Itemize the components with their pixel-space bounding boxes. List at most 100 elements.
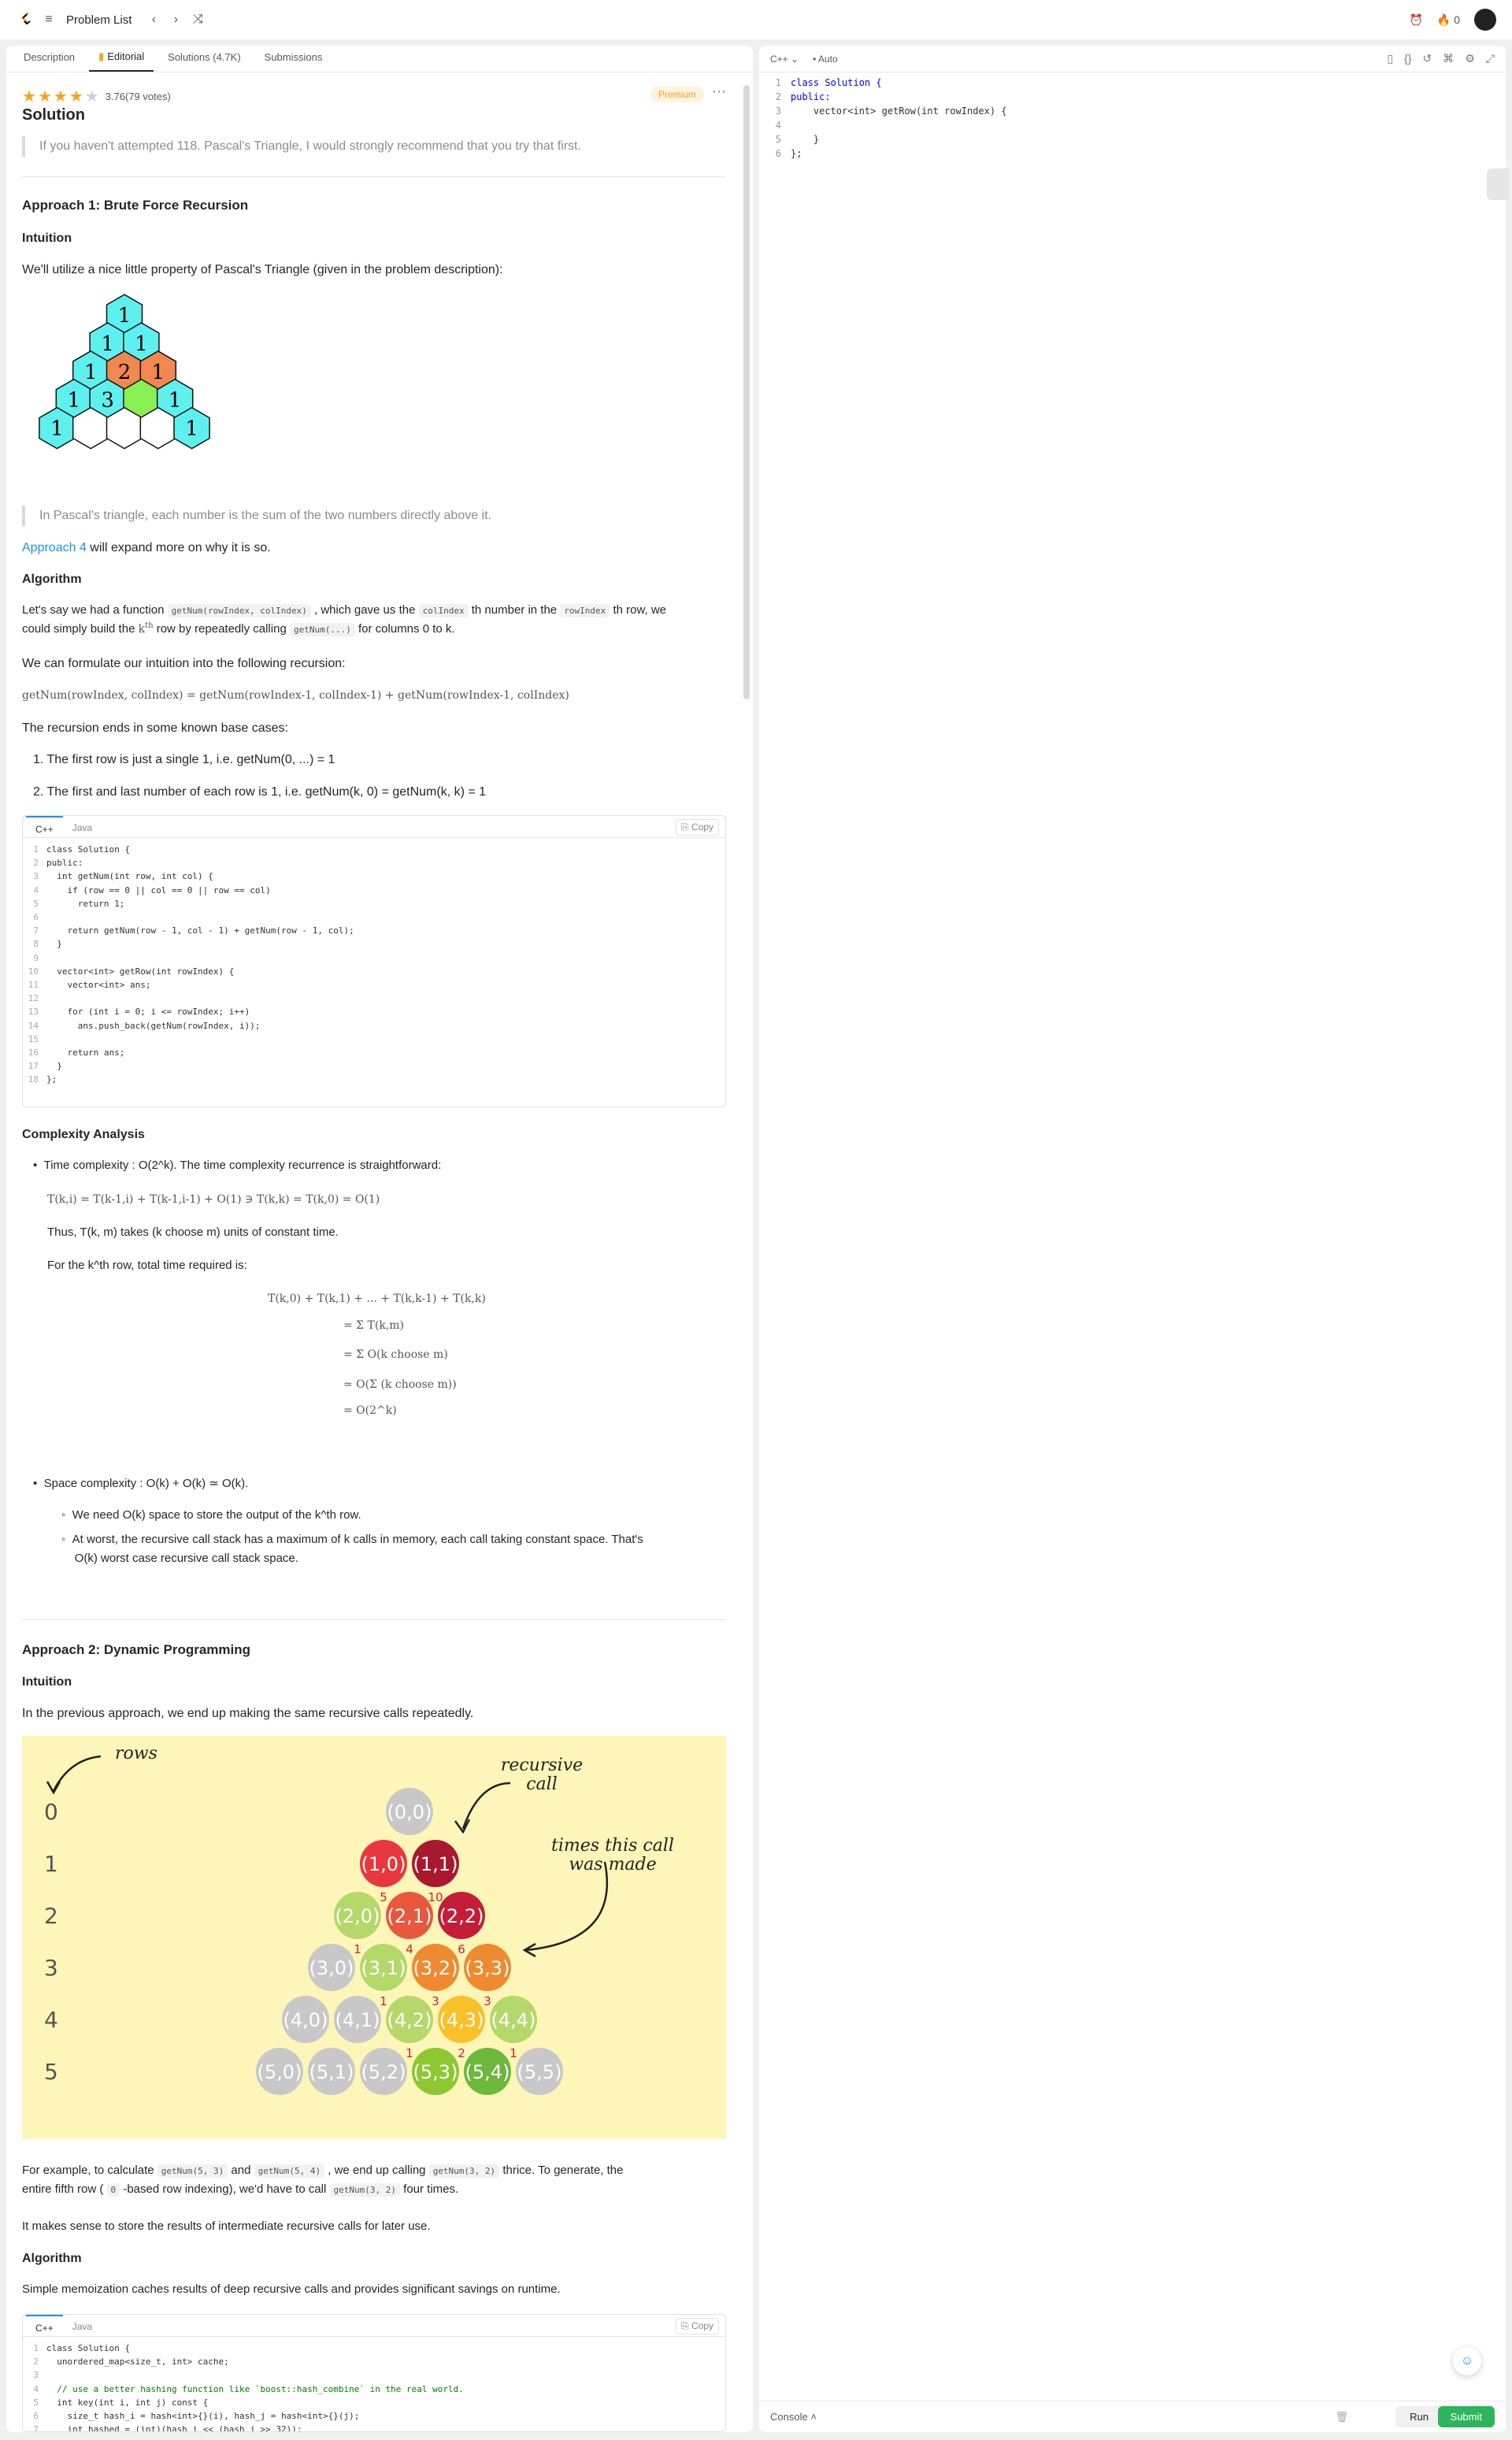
tree-node-label: (4,4): [491, 2009, 536, 2031]
pascal-hex-value: 1: [135, 332, 148, 356]
streak[interactable]: 🔥 0: [1437, 13, 1460, 27]
tree-node-label: (0,0): [387, 1801, 432, 1823]
space-complexity: • Space complexity : O(k) + O(k) ≃ O(k).: [33, 1477, 249, 1490]
code-tab-cpp[interactable]: C++: [26, 2315, 63, 2336]
tree-node-label: (4,0): [284, 2009, 328, 2031]
copy-label: Copy: [691, 2320, 713, 2331]
code-tab-java[interactable]: Java: [63, 816, 102, 837]
copy-button[interactable]: ⎘ Copy: [676, 2318, 719, 2334]
tree-node-count: 2: [458, 2046, 465, 2060]
approach4-link[interactable]: Approach 4: [22, 541, 87, 554]
text: thrice. To generate, the: [499, 2164, 624, 2177]
code-line: 7 return getNum(row - 1, col - 1) + getN…: [23, 924, 725, 937]
divider: [22, 1619, 726, 1620]
tab-solutions[interactable]: Solutions (4.7K): [158, 51, 250, 72]
code-tab-cpp[interactable]: C++: [26, 816, 63, 837]
format-icon[interactable]: {}: [1404, 52, 1411, 65]
trash-icon[interactable]: 🗑: [1335, 2411, 1348, 2423]
row-number: 4: [44, 2007, 58, 2033]
code-line: 17 }: [23, 1059, 725, 1073]
assistant-fab-icon[interactable]: ☺: [1453, 2347, 1481, 2375]
row-number: 3: [44, 1955, 58, 1981]
shuffle-icon[interactable]: ⤨: [187, 9, 209, 31]
prev-problem-icon[interactable]: ‹: [143, 9, 165, 31]
code-tab-java[interactable]: Java: [63, 2315, 102, 2336]
sum-line: = Σ O(k choose m): [343, 1348, 448, 1362]
tree-node-count: 3: [484, 1994, 491, 2008]
copy-label: Copy: [691, 821, 713, 832]
approach2-algorithm-heading: Algorithm: [22, 2252, 82, 2265]
line-number: 4: [775, 120, 781, 131]
space-complexity-text: Space complexity : O(k) + O(k) ≃ O(k).: [43, 1477, 249, 1490]
problem-list-link[interactable]: Problem List: [66, 13, 132, 27]
pascal-hex-value: 3: [101, 389, 114, 413]
code-text: vector<int> getRow(int rowIndex) {: [46, 966, 235, 977]
text: , we end up calling: [324, 2164, 429, 2177]
fullscreen-icon[interactable]: ⤢: [1486, 52, 1495, 65]
base-case-1: 1. The first row is just a single 1, i.e…: [33, 753, 335, 766]
recursion-tree-svg: (0,0)(1,0)5(1,1)10(2,0)1(2,1)4(2,2)6(3,0…: [46, 1755, 609, 2095]
reset-icon[interactable]: ↺: [1423, 52, 1432, 65]
code-line: 3 int getNum(int row, int col) {: [23, 870, 725, 883]
code-line: 5 int key(int i, int j) const {: [23, 2396, 725, 2409]
code-editor[interactable]: 1 class Solution {2 public: 3 vector<int> g…: [759, 76, 1506, 161]
auto-mode[interactable]: • Auto: [813, 54, 838, 65]
editor-actions: ▯ {} ↺ ⌘ ⚙ ⤢: [1387, 52, 1495, 65]
pascal-hex-value: 1: [101, 332, 114, 356]
approach4-ref: Approach 4 will expand more on why it is…: [22, 538, 271, 558]
more-options-icon[interactable]: ⋯: [712, 83, 726, 100]
timer-icon[interactable]: ⏰: [1409, 13, 1422, 27]
note-side-tab[interactable]: [1487, 169, 1509, 200]
avatar[interactable]: [1474, 9, 1496, 31]
submit-button[interactable]: Submit: [1437, 2406, 1495, 2427]
editor-line: 1 class Solution {: [759, 76, 1506, 90]
editor-line: 2 public:: [759, 90, 1506, 104]
shortcut-icon[interactable]: ⌘: [1443, 52, 1454, 65]
left-scroll-thumb[interactable]: [743, 85, 750, 699]
code-content[interactable]: 1 class Solution {2 public: 3 int getNum(in…: [23, 838, 725, 1092]
line-number: 7: [33, 2424, 39, 2432]
run-button[interactable]: Run: [1395, 2406, 1443, 2427]
streak-count: 0: [1454, 13, 1460, 26]
copy-button[interactable]: ⎘ Copy: [676, 819, 719, 836]
left-scrollbar[interactable]: [743, 77, 750, 2432]
code-line: 16 return ans;: [23, 1046, 725, 1059]
rating-value: 3.76: [105, 91, 125, 102]
language-select[interactable]: C++ ⌄: [770, 54, 799, 65]
premium-badge: Premium: [650, 87, 705, 102]
code-text: }: [46, 1061, 62, 1072]
line-number: 8: [33, 939, 39, 950]
code-line: 8 }: [23, 937, 725, 951]
pascal-hex-value: 1: [118, 304, 132, 328]
code-inline: getNum(5, 3): [157, 2164, 228, 2178]
tab-submissions[interactable]: Submissions: [255, 51, 332, 72]
top-navbar: ≡ Problem List ‹ › ⤨ ⏰ 🔥 0: [0, 0, 1512, 39]
problem-list-icon[interactable]: ≡: [38, 9, 60, 31]
code-inline: getNum(3, 2): [329, 2183, 400, 2197]
star-icon[interactable]: ★: [85, 87, 99, 106]
code-content[interactable]: 1 class Solution {2 unordered_map<size_t,…: [23, 2337, 725, 2432]
bookmark-icon[interactable]: ▯: [1387, 52, 1393, 65]
code-line: 6: [23, 910, 725, 924]
tree-node-label: (2,2): [439, 1905, 484, 1927]
space-point-1: ◦ We need O(k) space to store the output…: [61, 1508, 361, 1522]
pascal-hex-value: 1: [50, 417, 64, 441]
line-number: 18: [28, 1074, 39, 1085]
line-number: 4: [33, 2383, 39, 2394]
next-problem-icon[interactable]: ›: [165, 9, 187, 31]
tab-description[interactable]: Description: [14, 51, 84, 72]
tab-editorial[interactable]: ▮ Editorial: [89, 50, 154, 72]
line-number: 6: [33, 2411, 39, 2422]
rows-arrow-head: [46, 1781, 61, 1795]
editor-line: 5 }: [759, 132, 1506, 146]
base-case-2: 2. The first and last number of each row…: [33, 785, 487, 799]
line-number: 3: [33, 2370, 39, 2381]
line-number: 13: [28, 1007, 39, 1018]
leetcode-logo-icon[interactable]: [16, 9, 38, 31]
editor-bottombar: Console ˄ 🗑 Run Submit: [759, 2401, 1506, 2432]
code-line: 4 // use a better hashing function like …: [23, 2383, 725, 2396]
tree-node-label: (1,0): [361, 1853, 406, 1875]
tree-node-label: (4,2): [387, 2009, 432, 2031]
settings-icon[interactable]: ⚙: [1465, 52, 1475, 65]
console-toggle[interactable]: Console ˄: [770, 2411, 817, 2423]
